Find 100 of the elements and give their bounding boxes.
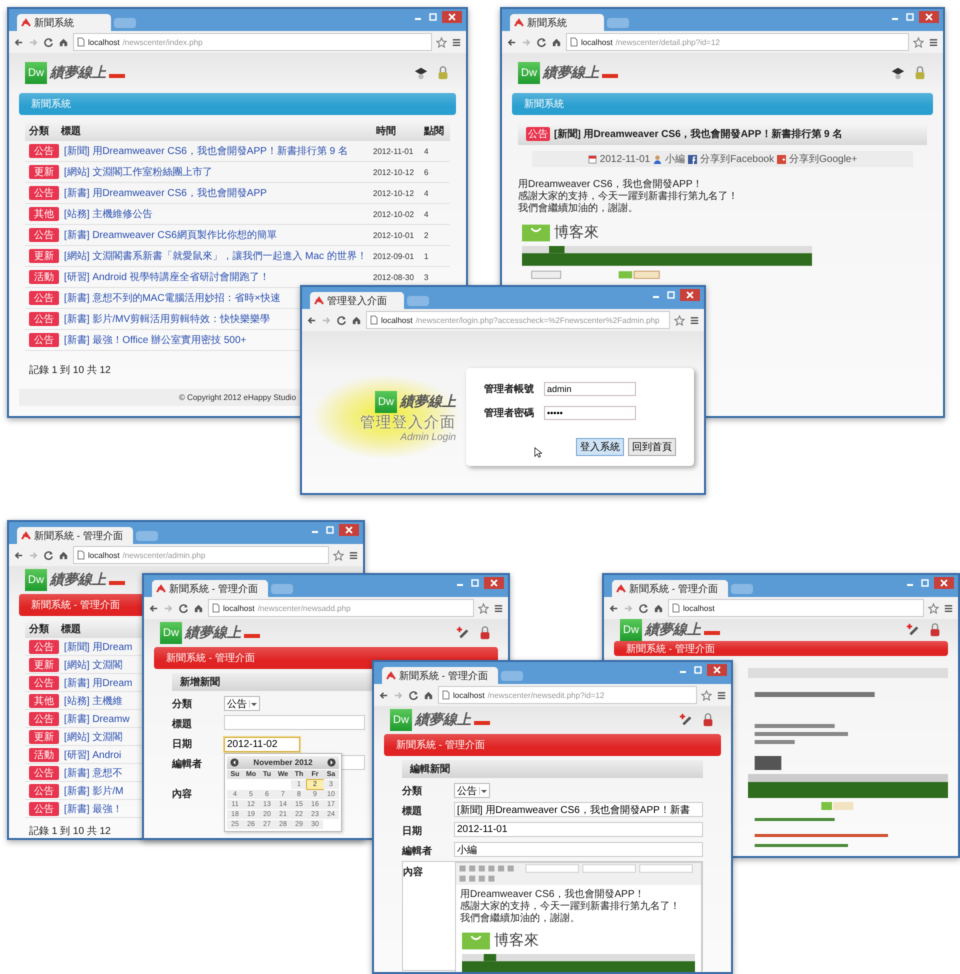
reload-icon[interactable] [178, 602, 189, 614]
close-icon[interactable] [442, 11, 462, 23]
lock-icon[interactable] [436, 66, 450, 80]
browser-tab[interactable]: 新聞系統 - 管理介面 [612, 580, 728, 597]
next-month-icon[interactable] [327, 758, 336, 767]
home-icon[interactable] [551, 36, 562, 48]
reload-icon[interactable] [336, 314, 347, 326]
news-title-link[interactable]: [新書] 意想不到的MAC電腦活用妙招：省時×快速 [64, 291, 280, 305]
maximize-icon[interactable] [904, 12, 916, 22]
category-select[interactable]: 公告 [454, 783, 490, 798]
news-title-link[interactable]: [新書] 最強！ [64, 802, 122, 816]
input-field[interactable]: [新聞] 用Dreamweaver CS6，我也會開發APP！新書 [454, 802, 703, 817]
menu-icon[interactable] [689, 314, 700, 326]
back-icon[interactable] [506, 36, 517, 48]
star-icon[interactable] [333, 550, 344, 560]
input-field[interactable]: 2012-11-01 [454, 822, 703, 837]
news-title-link[interactable]: [新書] 用Dream [64, 676, 132, 690]
close-icon[interactable] [484, 577, 504, 589]
reload-icon[interactable] [638, 602, 649, 614]
news-title-link[interactable]: [網站] 文淵閣 [64, 658, 122, 672]
previous-month-icon[interactable] [230, 758, 239, 767]
address-bar[interactable]: localhost /newscenter/newsadd.php [208, 599, 474, 617]
lock-icon[interactable] [701, 713, 715, 727]
news-title-link[interactable]: [新書] 影片/M [64, 784, 124, 798]
close-icon[interactable] [339, 524, 359, 536]
news-title-link[interactable]: [新聞] 用Dream [64, 640, 132, 654]
add-pencil-icon[interactable] [456, 626, 470, 640]
back-icon[interactable] [13, 36, 24, 48]
facebook-icon[interactable] [688, 154, 698, 164]
rich-text-editor[interactable]: 用Dreamweaver CS6，我也會開發APP！ 感謝大家的支持，今天一躍到新書排行第九名了！ 我們會繼續加油的，謝謝。 博客來 [455, 862, 702, 972]
address-bar[interactable]: localhost /newscenter/index.php [73, 33, 432, 51]
menu-icon[interactable] [348, 550, 359, 560]
category-select[interactable]: 公告 [224, 696, 260, 711]
reload-icon[interactable] [43, 550, 54, 560]
address-bar[interactable]: localhost /newscenter/admin.php [73, 546, 329, 564]
home-icon[interactable] [423, 690, 434, 700]
lock-icon[interactable] [913, 66, 927, 80]
share-link[interactable]: 分享到Facebook [700, 152, 774, 166]
reload-icon[interactable] [536, 36, 547, 48]
star-icon[interactable] [913, 36, 924, 48]
news-title-link[interactable]: [新聞] 用Dreamweaver CS6，我也會開發APP！新書排行第 9 名 [64, 144, 348, 158]
star-icon[interactable] [701, 690, 712, 700]
star-icon[interactable] [674, 314, 685, 326]
graduation-cap-icon[interactable] [414, 66, 428, 80]
browser-tab[interactable]: 新聞系統 [510, 14, 604, 31]
graduation-cap-icon[interactable] [891, 66, 905, 80]
browser-tab[interactable]: 新聞系統 - 管理介面 [382, 667, 498, 684]
back-icon[interactable] [148, 602, 159, 614]
news-title-link[interactable]: [網站] 文淵閣 [64, 730, 122, 744]
news-title-link[interactable]: [新書] 意想不 [64, 766, 122, 780]
input-field[interactable]: admin [544, 382, 636, 396]
home-icon[interactable] [58, 550, 69, 560]
menu-icon[interactable] [716, 690, 727, 700]
close-icon[interactable] [707, 664, 727, 676]
browser-tab[interactable]: 新聞系統 [17, 14, 111, 31]
browser-tab[interactable]: 新聞系統 - 管理介面 [152, 580, 268, 597]
home-icon[interactable] [58, 36, 69, 48]
menu-icon[interactable] [928, 36, 939, 48]
menu-icon[interactable] [493, 602, 504, 614]
back-icon[interactable] [608, 602, 619, 614]
add-pencil-icon[interactable] [906, 623, 920, 637]
close-icon[interactable] [680, 289, 700, 301]
star-icon[interactable] [478, 602, 489, 614]
reload-icon[interactable] [43, 36, 54, 48]
maximize-icon[interactable] [324, 525, 336, 535]
lock-icon[interactable] [478, 626, 492, 640]
input-field[interactable]: ••••• [544, 406, 636, 420]
maximize-icon[interactable] [692, 665, 704, 675]
maximize-icon[interactable] [919, 578, 931, 588]
home-icon[interactable] [351, 314, 362, 326]
address-bar[interactable]: localhost /newscenter/detail.php?id=12 [566, 33, 909, 51]
news-title-link[interactable]: [研習] Androi [64, 748, 122, 762]
input-field[interactable] [224, 715, 365, 730]
browser-tab[interactable]: 新聞系統 - 管理介面 [17, 527, 133, 544]
address-bar[interactable]: localhost /newscenter/newsedit.php?id=12 [438, 686, 697, 704]
menu-icon[interactable] [451, 36, 462, 48]
address-bar[interactable]: localhost [668, 599, 924, 617]
input-field[interactable]: 小編 [454, 842, 703, 857]
news-title-link[interactable]: [新書] 用Dreamweaver CS6，我也會開發APP [64, 186, 267, 200]
news-title-link[interactable]: [網站] 文淵閣工作室粉絲團上市了 [64, 165, 212, 179]
address-bar[interactable]: localhost /newscenter/login.php?accesscheck=%2Fnewscenter%2Fadmin.php [366, 311, 670, 329]
back-icon[interactable] [13, 550, 24, 560]
maximize-icon[interactable] [469, 578, 481, 588]
home-icon[interactable] [193, 602, 204, 614]
date-field[interactable]: 2012-11-02 [224, 737, 300, 752]
back-icon[interactable] [306, 314, 317, 326]
close-icon[interactable] [934, 577, 954, 589]
back-icon[interactable] [378, 690, 389, 700]
menu-icon[interactable] [943, 602, 954, 614]
news-title-link[interactable]: [研習] Android 視學特講座全省研討會開跑了！ [64, 270, 270, 284]
news-title-link[interactable]: [站務] 主機維修公告 [64, 207, 152, 221]
news-title-link[interactable]: [新書] Dreamw [64, 712, 130, 726]
add-pencil-icon[interactable] [679, 713, 693, 727]
close-icon[interactable] [919, 11, 939, 23]
form-button[interactable]: 回到首頁 [628, 438, 676, 456]
news-title-link[interactable]: [新書] Dreamweaver CS6網頁製作比你想的簡單 [64, 228, 277, 242]
browser-tab[interactable]: 管理登入介面 [310, 292, 404, 309]
google-plus-icon[interactable] [777, 154, 786, 164]
lock-icon[interactable] [928, 623, 942, 637]
maximize-icon[interactable] [665, 290, 677, 300]
